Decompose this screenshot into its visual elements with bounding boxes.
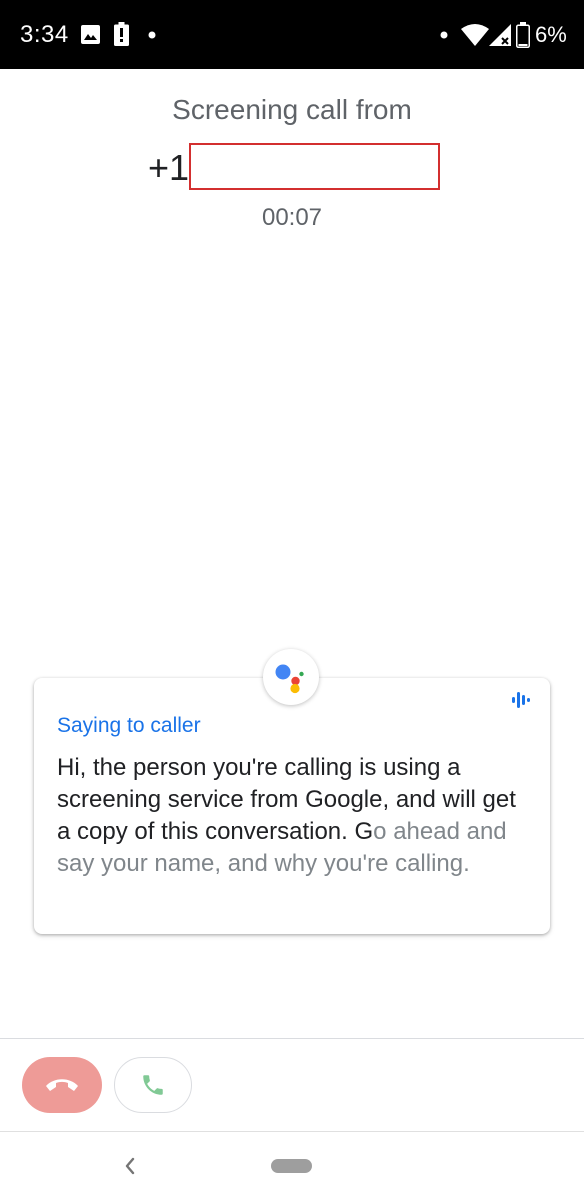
redacted-phone-number bbox=[189, 143, 440, 190]
voice-activity-icon bbox=[512, 692, 530, 708]
call-timer: 00:07 bbox=[261, 204, 323, 231]
transcript-card: Saying to caller Hi, the person you're c… bbox=[34, 678, 550, 934]
nav-bar-divider bbox=[0, 1131, 584, 1132]
home-pill[interactable] bbox=[271, 1159, 312, 1173]
battery-percent: 6% bbox=[535, 22, 567, 47]
status-bar: 3:34 6% bbox=[0, 0, 584, 69]
notification-dot-icon bbox=[148, 31, 156, 39]
screening-title: Screening call from bbox=[172, 94, 412, 125]
transcript-text: Hi, the person you're calling is using a… bbox=[57, 752, 527, 880]
phone-number-prefix: +1 bbox=[148, 147, 190, 188]
battery-icon bbox=[516, 22, 530, 48]
cell-signal-icon bbox=[489, 24, 511, 46]
call-end-icon bbox=[46, 1079, 78, 1091]
answer-call-button[interactable] bbox=[114, 1057, 192, 1113]
google-assistant-icon bbox=[263, 649, 319, 705]
saying-to-caller-label: Saying to caller bbox=[57, 714, 201, 737]
battery-alert-icon bbox=[114, 22, 129, 46]
decline-call-button[interactable] bbox=[22, 1057, 102, 1113]
phone-icon bbox=[143, 1075, 163, 1095]
back-icon[interactable] bbox=[118, 1152, 142, 1180]
status-time: 3:34 bbox=[20, 21, 69, 48]
wifi-icon bbox=[461, 24, 489, 46]
action-bar-divider bbox=[0, 1038, 584, 1039]
image-icon bbox=[81, 25, 100, 44]
notification-dot-icon bbox=[440, 31, 448, 39]
